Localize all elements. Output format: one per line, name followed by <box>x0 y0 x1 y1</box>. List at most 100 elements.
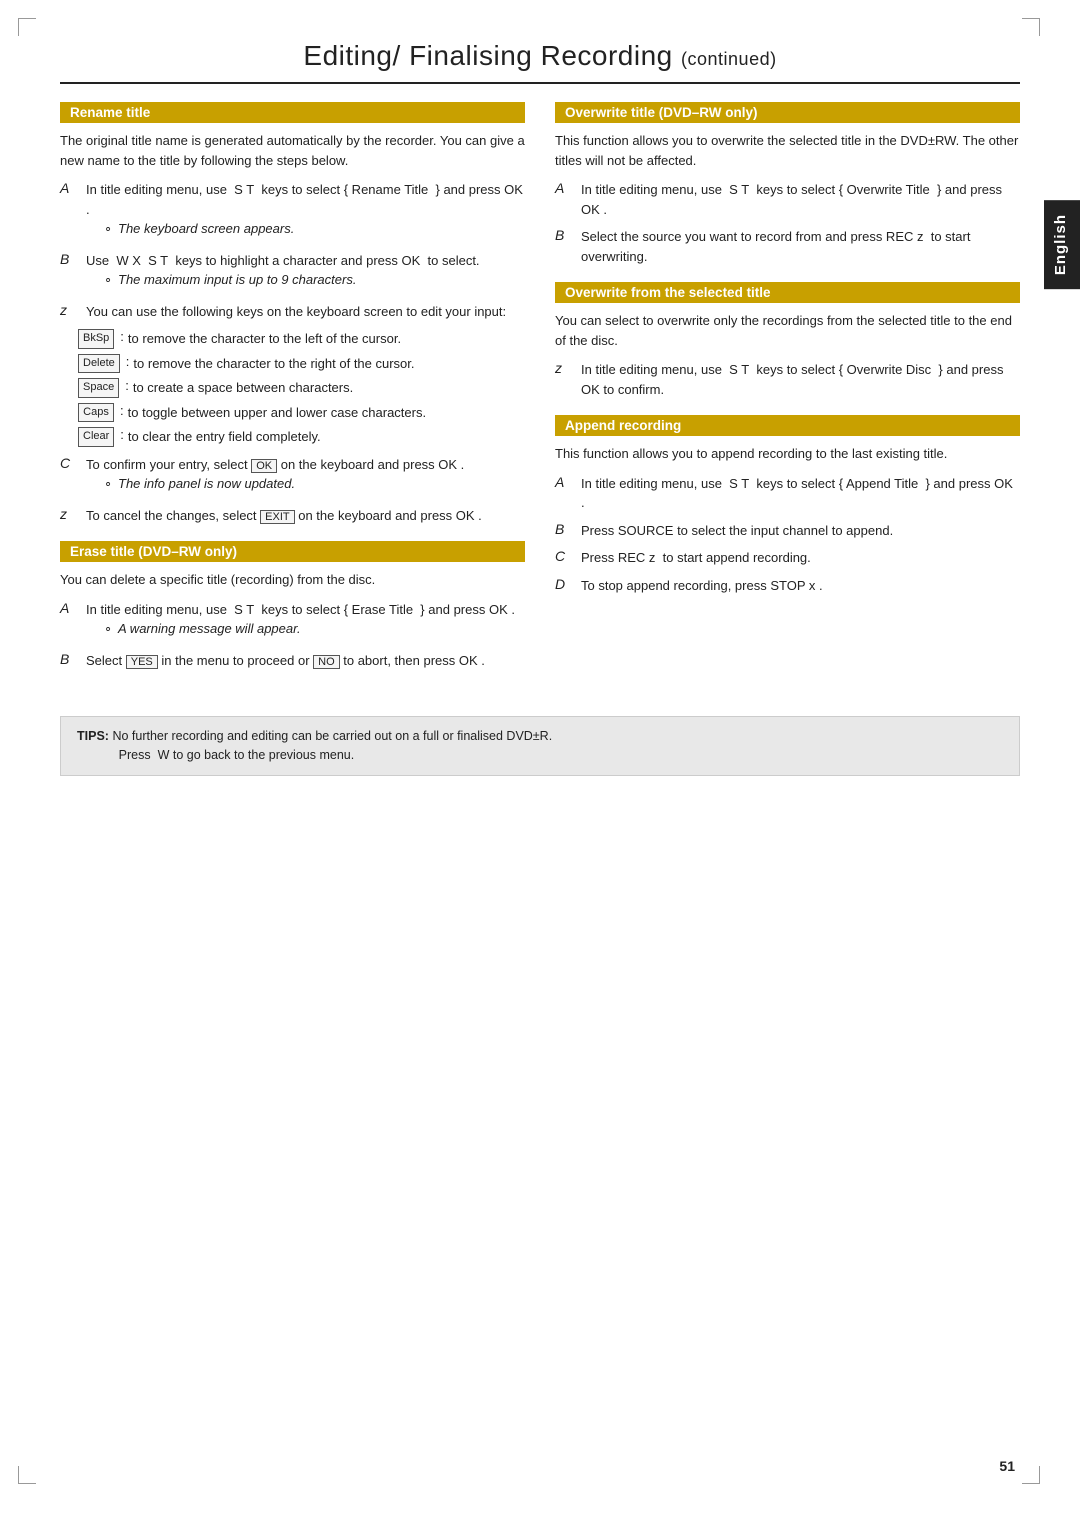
overwrite-step-b-content: Select the source you want to record fro… <box>581 227 1020 266</box>
overwrite-selected-section: Overwrite from the selected title You ca… <box>555 282 1020 399</box>
sidebar-label: English <box>1044 200 1080 289</box>
overwrite-selected-intro: You can select to overwrite only the rec… <box>555 311 1020 350</box>
overwrite-step-a-label: A <box>555 180 577 196</box>
append-step-b: B Press SOURCE to select the input chann… <box>555 521 1020 541</box>
append-step-c-label: C <box>555 548 577 564</box>
key-bksp: BkSp <box>78 329 114 349</box>
step-c-sub-text: The info panel is now updated. <box>118 474 295 494</box>
step-a-content: In title editing menu, use S T keys to s… <box>86 180 525 243</box>
key-caps-desc: to toggle between upper and lower case c… <box>128 403 426 423</box>
rename-title-section: Rename title The original title name is … <box>60 102 525 525</box>
step-z-label: z <box>60 302 82 318</box>
append-step-d-label: D <box>555 576 577 592</box>
corner-mark-tr <box>1022 18 1040 36</box>
tips-label: TIPS: <box>77 729 109 743</box>
rename-title-header: Rename title <box>60 102 525 123</box>
key-row-clear: Clear : to clear the entry field complet… <box>78 427 525 447</box>
overwrite-selected-step-z-content: In title editing menu, use S T keys to s… <box>581 360 1020 399</box>
erase-step-a-sub: ∘ A warning message will appear. <box>104 619 525 639</box>
erase-step-b-label: B <box>60 651 82 667</box>
key-row-space: Space : to create a space between charac… <box>78 378 525 398</box>
continued-label: (continued) <box>681 49 777 69</box>
append-step-d: D To stop append recording, press STOP x… <box>555 576 1020 596</box>
append-step-a: A In title editing menu, use S T keys to… <box>555 474 1020 513</box>
append-step-b-label: B <box>555 521 577 537</box>
erase-step-a-sub-text: A warning message will appear. <box>118 619 301 639</box>
page: English Editing/ Finalising Recording (c… <box>0 0 1080 1524</box>
step-a-rename: A In title editing menu, use S T keys to… <box>60 180 525 243</box>
key-clear-desc: to clear the entry field completely. <box>128 427 321 447</box>
step-b-sub-text: The maximum input is up to 9 characters. <box>118 270 356 290</box>
overwrite-selected-step-z: z In title editing menu, use S T keys to… <box>555 360 1020 399</box>
key-row-delete: Delete : to remove the character to the … <box>78 354 525 374</box>
erase-step-b: B Select YES in the menu to proceed or N… <box>60 651 525 671</box>
key-space-desc: to create a space between characters. <box>133 378 353 398</box>
erase-title-section: Erase title (DVD–RW only) You can delete… <box>60 541 525 670</box>
step-z-content: You can use the following keys on the ke… <box>86 302 525 322</box>
overwrite-selected-header: Overwrite from the selected title <box>555 282 1020 303</box>
no-btn: NO <box>313 655 340 669</box>
erase-step-a-label: A <box>60 600 82 616</box>
corner-mark-bl <box>18 1466 36 1484</box>
step-c-rename: C To confirm your entry, select OK on th… <box>60 455 525 498</box>
step-c-content: To confirm your entry, select OK on the … <box>86 455 525 498</box>
exit-btn: EXIT <box>260 510 294 524</box>
erase-step-a: A In title editing menu, use S T keys to… <box>60 600 525 643</box>
step-z2-content: To cancel the changes, select EXIT on th… <box>86 506 525 526</box>
step-a-sub: ∘ The keyboard screen appears. <box>104 219 525 239</box>
overwrite-step-b: B Select the source you want to record f… <box>555 227 1020 266</box>
main-title: Editing/ Finalising Recording (continued… <box>60 40 1020 84</box>
key-delete: Delete <box>78 354 120 374</box>
step-a-label: A <box>60 180 82 196</box>
key-bksp-desc: to remove the character to the left of t… <box>128 329 401 349</box>
tips-text: No further recording and editing can be … <box>112 729 552 743</box>
key-delete-desc: to remove the character to the right of … <box>133 354 414 374</box>
erase-title-header: Erase title (DVD–RW only) <box>60 541 525 562</box>
rename-title-intro: The original title name is generated aut… <box>60 131 525 170</box>
overwrite-step-b-label: B <box>555 227 577 243</box>
step-b-sub: ∘ The maximum input is up to 9 character… <box>104 270 525 290</box>
step-z-rename: z You can use the following keys on the … <box>60 302 525 322</box>
step-z2-rename: z To cancel the changes, select EXIT on … <box>60 506 525 526</box>
step-z2-label: z <box>60 506 82 522</box>
step-b-label: B <box>60 251 82 267</box>
erase-step-b-content: Select YES in the menu to proceed or NO … <box>86 651 525 671</box>
page-number: 51 <box>999 1458 1015 1474</box>
overwrite-step-a: A In title editing menu, use S T keys to… <box>555 180 1020 219</box>
overwrite-title-section: Overwrite title (DVD–RW only) This funct… <box>555 102 1020 266</box>
key-space: Space <box>78 378 119 398</box>
key-row-bksp: BkSp : to remove the character to the le… <box>78 329 525 349</box>
append-recording-header: Append recording <box>555 415 1020 436</box>
key-clear: Clear <box>78 427 114 447</box>
step-c-sub: ∘ The info panel is now updated. <box>104 474 525 494</box>
erase-title-intro: You can delete a specific title (recordi… <box>60 570 525 590</box>
overwrite-title-intro: This function allows you to overwrite th… <box>555 131 1020 170</box>
yes-btn: YES <box>126 655 158 669</box>
overwrite-selected-step-z-label: z <box>555 360 577 376</box>
right-column: Overwrite title (DVD–RW only) This funct… <box>555 102 1020 686</box>
ok-btn: OK <box>251 459 277 473</box>
key-table: BkSp : to remove the character to the le… <box>78 329 525 447</box>
tips-text2: Press W to go back to the previous menu. <box>77 748 354 762</box>
step-b-rename: B Use W X S T keys to highlight a charac… <box>60 251 525 294</box>
columns: Rename title The original title name is … <box>60 102 1020 686</box>
append-step-c-content: Press REC z to start append recording. <box>581 548 1020 568</box>
key-row-caps: Caps : to toggle between upper and lower… <box>78 403 525 423</box>
tips-box: TIPS: No further recording and editing c… <box>60 716 1020 776</box>
corner-mark-tl <box>18 18 36 36</box>
erase-step-a-content: In title editing menu, use S T keys to s… <box>86 600 525 643</box>
append-step-a-label: A <box>555 474 577 490</box>
append-step-a-content: In title editing menu, use S T keys to s… <box>581 474 1020 513</box>
append-step-d-content: To stop append recording, press STOP x . <box>581 576 1020 596</box>
append-recording-section: Append recording This function allows yo… <box>555 415 1020 595</box>
overwrite-title-header: Overwrite title (DVD–RW only) <box>555 102 1020 123</box>
corner-mark-br <box>1022 1466 1040 1484</box>
step-a-sub-text: The keyboard screen appears. <box>118 219 294 239</box>
append-step-b-content: Press SOURCE to select the input channel… <box>581 521 1020 541</box>
overwrite-step-a-content: In title editing menu, use S T keys to s… <box>581 180 1020 219</box>
step-c-label: C <box>60 455 82 471</box>
append-step-c: C Press REC z to start append recording. <box>555 548 1020 568</box>
step-b-content: Use W X S T keys to highlight a characte… <box>86 251 525 294</box>
left-column: Rename title The original title name is … <box>60 102 525 686</box>
key-caps: Caps <box>78 403 114 423</box>
